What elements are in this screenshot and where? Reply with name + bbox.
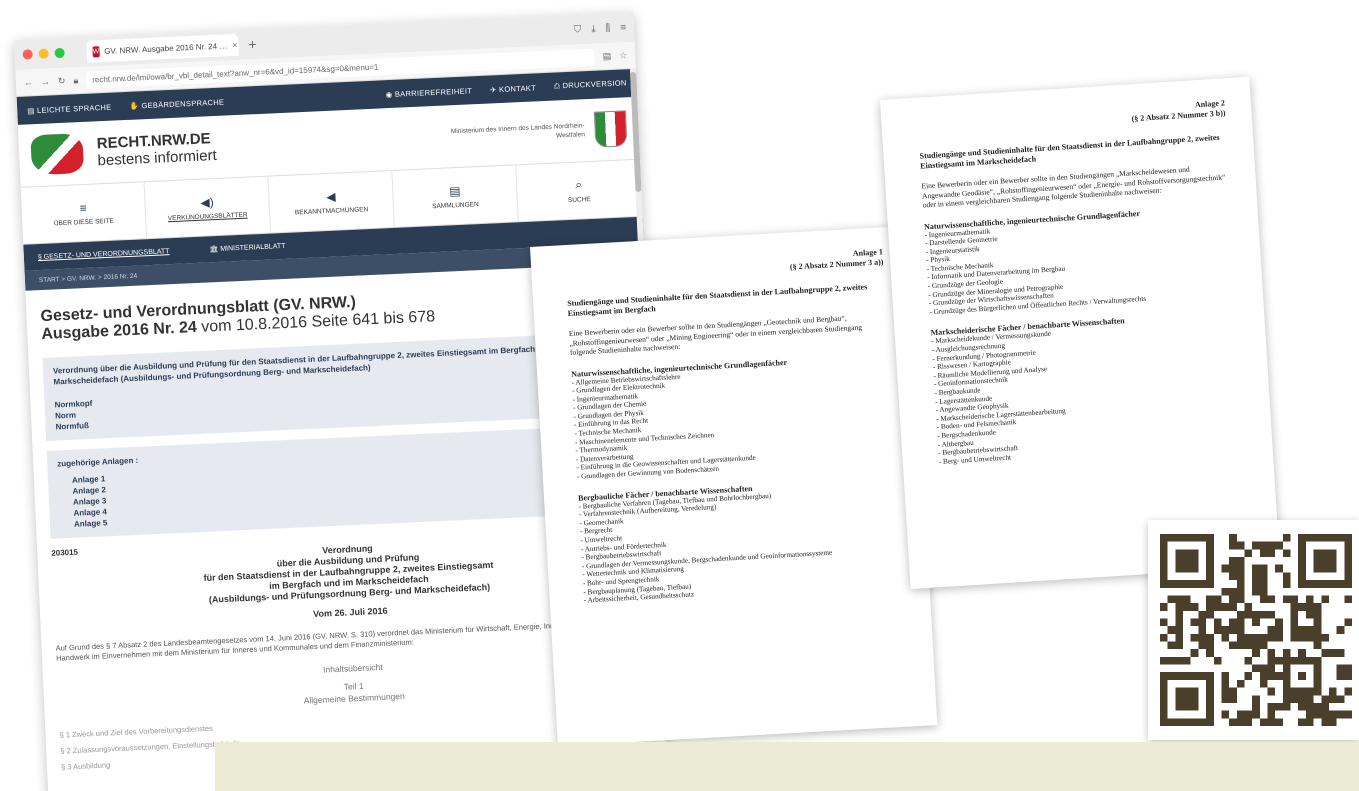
close-window-button[interactable]	[22, 49, 33, 60]
annex-1-page: Anlage 1 (§ 2 Absatz 2 Nummer 3 a)) Stud…	[530, 225, 938, 747]
download-icon[interactable]: ⤓	[591, 23, 596, 34]
collection-icon: ▤	[448, 183, 461, 198]
annex-1-list-1: - Allgemeine Betriebswirtschaftslehre - …	[571, 361, 894, 482]
nav-sammlungen[interactable]: ▤ SAMMLUNGEN	[392, 165, 519, 227]
minimize-window-button[interactable]	[38, 48, 49, 59]
site-brand[interactable]: RECHT.NRW.DE bestens informiert	[96, 130, 217, 169]
nav-verkuendungsblaetter[interactable]: ◀) VERKÜNDUNGSBLÄTTER	[144, 176, 271, 239]
sign-language-link[interactable]: ✋ GEBÄRDENSPRACHE	[129, 97, 224, 110]
nav-suche[interactable]: ⌕ SUCHE	[516, 159, 643, 222]
annex-1-intro: Eine Bewerberin oder ein Bewerber sollte…	[568, 313, 863, 357]
announcement-icon: ◀	[325, 189, 336, 204]
nav-about[interactable]: ≡ ÜBER DIESE SEITE	[20, 182, 148, 244]
stage: W GV. NRW. Ausgabe 2016 Nr. 24 … × + ⛉ ⤓…	[0, 0, 1359, 791]
annex-2-list-2: - Markscheidekunde / Vermessungskunde - …	[931, 318, 1246, 466]
search-icon: ⌕	[574, 177, 583, 192]
menu-icon[interactable]: ≡	[620, 22, 626, 33]
annex-2-intro: Eine Bewerberin oder ein Bewerber sollte…	[921, 164, 1226, 210]
bookmark-star-icon[interactable]: ☆	[619, 50, 628, 61]
nrw-map-logo[interactable]	[30, 132, 85, 176]
back-icon[interactable]: ←	[24, 77, 33, 87]
reader-icon[interactable]: ▤	[603, 50, 612, 61]
site-favicon-icon: W	[92, 45, 100, 57]
nav-bekanntmachungen[interactable]: ◀ BEKANNTMACHUNGEN	[268, 170, 395, 233]
tab-gesetz-und-verordnungsblatt[interactable]: § GESETZ- UND VERORDNUNGSBLATT	[38, 248, 170, 261]
contact-link[interactable]: ✈ KONTAKT	[490, 83, 536, 94]
list-icon: ≡	[79, 200, 87, 215]
tab-close-icon[interactable]: ×	[232, 40, 238, 50]
qr-code-icon[interactable]	[1160, 534, 1352, 726]
forward-icon[interactable]: →	[41, 76, 50, 86]
new-tab-button[interactable]: +	[248, 36, 257, 52]
ministry-label: Ministerium des Innern des Landes Nordrh…	[450, 122, 586, 140]
reload-icon[interactable]: ↻	[58, 75, 66, 86]
qr-code-card	[1148, 520, 1359, 740]
browser-toolbar: ⛉ ⤓ ⫼ ≡	[573, 22, 626, 35]
megaphone-icon: ◀)	[200, 194, 214, 210]
library-icon[interactable]: ⫼	[605, 22, 610, 33]
tab-title: GV. NRW. Ausgabe 2016 Nr. 24 …	[103, 40, 228, 56]
print-link[interactable]: ⎙ DRUCKVERSION	[554, 78, 627, 91]
accessibility-link[interactable]: ◉ BARRIEREFREIHEIT	[385, 86, 472, 99]
maximize-window-button[interactable]	[54, 47, 65, 59]
lock-icon: 🔒︎	[73, 74, 79, 85]
shield-icon[interactable]: ⛉	[573, 24, 581, 35]
annex-2-page: Anlage 2 (§ 2 Absatz 2 Nummer 3 b)) Stud…	[880, 76, 1281, 590]
browser-tab[interactable]: W GV. NRW. Ausgabe 2016 Nr. 24 … ×	[86, 33, 239, 63]
easy-language-link[interactable]: ▤ LEICHTE SPRACHE	[27, 102, 112, 115]
nrw-crest-icon	[593, 110, 628, 148]
footer-band	[215, 742, 1359, 791]
tab-ministerialblatt[interactable]: 🏛︎ MINISTERIALBLATT	[209, 242, 285, 253]
annex-1-list-2: - Bergbauliche Verfahren (Tagebau, Tiefb…	[578, 485, 901, 606]
